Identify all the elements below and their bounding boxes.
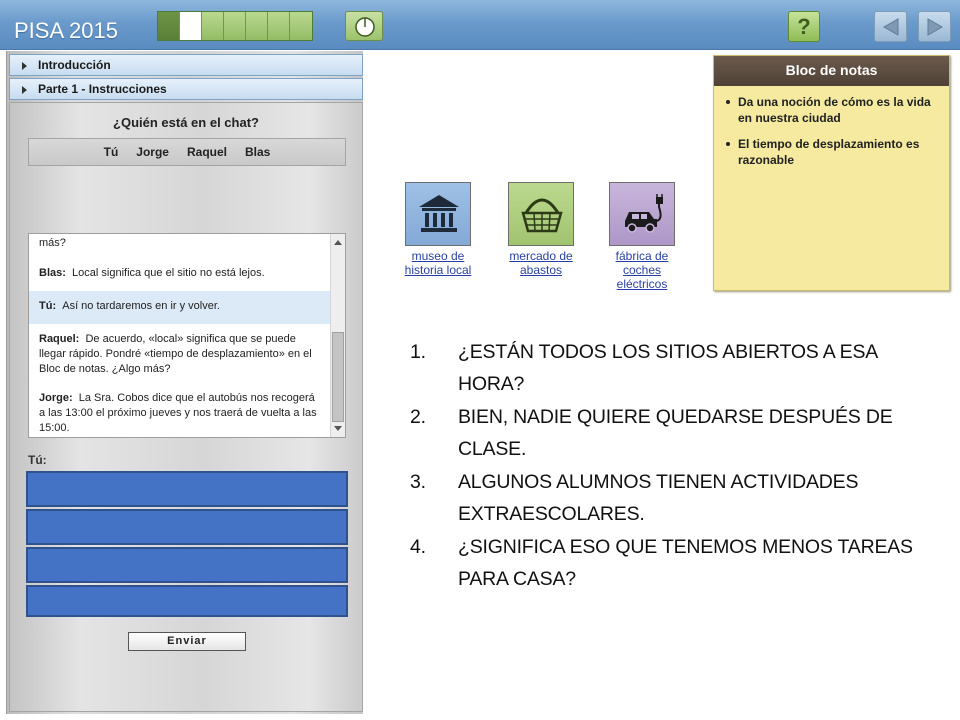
place-tile[interactable] xyxy=(508,182,574,246)
place-tile[interactable] xyxy=(405,182,471,246)
chat-message: más? xyxy=(29,234,331,254)
question-list: 1. ¿ESTÁN TODOS LOS SITIOS ABIERTOS A ES… xyxy=(410,336,940,596)
message-text: De acuerdo, «local» significa que se pue… xyxy=(39,333,312,375)
caret-right-icon xyxy=(22,62,27,70)
question-text: ALGUNOS ALUMNOS TIENEN ACTIVIDADES EXTRA… xyxy=(458,471,859,525)
scroll-down-icon[interactable] xyxy=(334,426,342,431)
place-tile[interactable] xyxy=(609,182,675,246)
chat-message: Tú: Así no tardaremos en ir y volver. xyxy=(29,291,331,324)
scroll-thumb[interactable] xyxy=(332,332,344,422)
previous-button[interactable] xyxy=(874,11,907,42)
progress-step xyxy=(290,12,312,40)
notepad-title: Bloc de notas xyxy=(714,56,949,86)
notepad: Bloc de notas Da una noción de cómo es l… xyxy=(713,55,950,291)
place-label[interactable]: museo de historia local xyxy=(398,249,478,277)
scroll-up-icon[interactable] xyxy=(334,240,342,245)
answer-option-4[interactable] xyxy=(26,585,348,617)
participant: Blas xyxy=(245,145,271,159)
museum-icon xyxy=(419,195,459,232)
accordion-label: Introducción xyxy=(38,58,111,72)
notepad-list: Da una noción de cómo es la vida en nues… xyxy=(714,86,949,168)
place-label[interactable]: mercado de abastos xyxy=(501,249,581,277)
question-item: 3. ALGUNOS ALUMNOS TIENEN ACTIVIDADES EX… xyxy=(410,466,940,530)
chat-log[interactable]: más? Blas: Local significa que el sitio … xyxy=(28,233,346,438)
message-text: más? xyxy=(39,237,66,249)
progress-step xyxy=(246,12,268,40)
chat-message: Raquel: De acuerdo, «local» significa qu… xyxy=(29,324,331,385)
question-number: 3. xyxy=(410,471,426,493)
question-mark-icon: ? xyxy=(797,14,811,39)
chat-body: ¿Quién está en el chat? Tú Jorge Raquel … xyxy=(9,102,363,712)
message-text: Local significa que el sitio no está lej… xyxy=(72,267,265,279)
participant: Jorge xyxy=(136,145,169,159)
caret-right-icon xyxy=(22,86,27,94)
answer-option-3[interactable] xyxy=(26,547,348,583)
chat-scrollbar[interactable] xyxy=(330,234,345,437)
input-label: Tú: xyxy=(28,453,47,467)
place-museo[interactable]: museo de historia local xyxy=(398,182,478,277)
next-button[interactable] xyxy=(918,11,951,42)
electric-car-icon xyxy=(625,194,663,233)
help-button[interactable]: ? xyxy=(788,11,820,42)
accordion-introduccion[interactable]: Introducción xyxy=(9,54,363,76)
progress-step xyxy=(202,12,224,40)
progress-step xyxy=(268,12,290,40)
question-item: 1. ¿ESTÁN TODOS LOS SITIOS ABIERTOS A ES… xyxy=(410,336,940,400)
participant: Tú xyxy=(103,145,119,159)
progress-step xyxy=(158,12,180,40)
message-speaker: Tú: xyxy=(39,300,57,312)
progress-bar xyxy=(157,11,313,41)
chat-question: ¿Quién está en el chat? xyxy=(113,115,259,130)
chat-message: Blas: Local significa que el sitio no es… xyxy=(29,254,331,291)
arrow-right-icon xyxy=(927,18,944,36)
answer-option-1[interactable] xyxy=(26,471,348,507)
progress-step-current xyxy=(180,12,202,40)
participants-list: Tú Jorge Raquel Blas xyxy=(28,138,346,166)
app-title: PISA 2015 xyxy=(14,18,118,43)
place-label[interactable]: fábrica de coches eléctricos xyxy=(602,249,682,291)
place-mercado[interactable]: mercado de abastos xyxy=(501,182,581,277)
top-bar: PISA 2015 ? xyxy=(0,0,960,50)
message-text: La Sra. Cobos dice que el autobús nos re… xyxy=(39,392,317,434)
timer-button[interactable] xyxy=(345,11,383,41)
notepad-item: Da una noción de cómo es la vida en nues… xyxy=(724,94,941,126)
question-item: 4. ¿SIGNIFICA ESO QUE TENEMOS MENOS TARE… xyxy=(410,531,940,595)
answer-option-2[interactable] xyxy=(26,509,348,545)
question-text: BIEN, NADIE QUIERE QUEDARSE DESPUÉS DE C… xyxy=(458,406,893,460)
question-text: ¿ESTÁN TODOS LOS SITIOS ABIERTOS A ESA H… xyxy=(458,341,878,395)
question-number: 1. xyxy=(410,341,426,363)
question-number: 4. xyxy=(410,536,426,558)
message-speaker: Jorge: xyxy=(39,392,73,404)
chat-panel: Introducción Parte 1 - Instrucciones ¿Qu… xyxy=(6,51,363,714)
basket-icon xyxy=(521,198,563,233)
message-speaker: Raquel: xyxy=(39,333,80,345)
message-text: Así no tardaremos en ir y volver. xyxy=(62,300,220,312)
question-text: ¿SIGNIFICA ESO QUE TENEMOS MENOS TAREAS … xyxy=(458,536,913,590)
message-speaker: Blas: xyxy=(39,267,66,279)
notepad-item: El tiempo de desplazamiento es razonable xyxy=(724,136,941,168)
progress-step xyxy=(224,12,246,40)
place-fabrica[interactable]: fábrica de coches eléctricos xyxy=(602,182,682,291)
chat-messages: más? Blas: Local significa que el sitio … xyxy=(29,234,331,437)
answer-options xyxy=(26,471,348,619)
participant: Raquel xyxy=(186,145,227,159)
arrow-left-icon xyxy=(882,18,899,36)
question-item: 2. BIEN, NADIE QUIERE QUEDARSE DESPUÉS D… xyxy=(410,401,940,465)
accordion-parte-1[interactable]: Parte 1 - Instrucciones xyxy=(9,78,363,100)
chat-message: Jorge: La Sra. Cobos dice que el autobús… xyxy=(29,385,331,437)
accordion-label: Parte 1 - Instrucciones xyxy=(38,82,167,96)
clock-icon xyxy=(355,17,375,37)
send-button[interactable]: Enviar xyxy=(128,632,246,651)
question-number: 2. xyxy=(410,406,426,428)
